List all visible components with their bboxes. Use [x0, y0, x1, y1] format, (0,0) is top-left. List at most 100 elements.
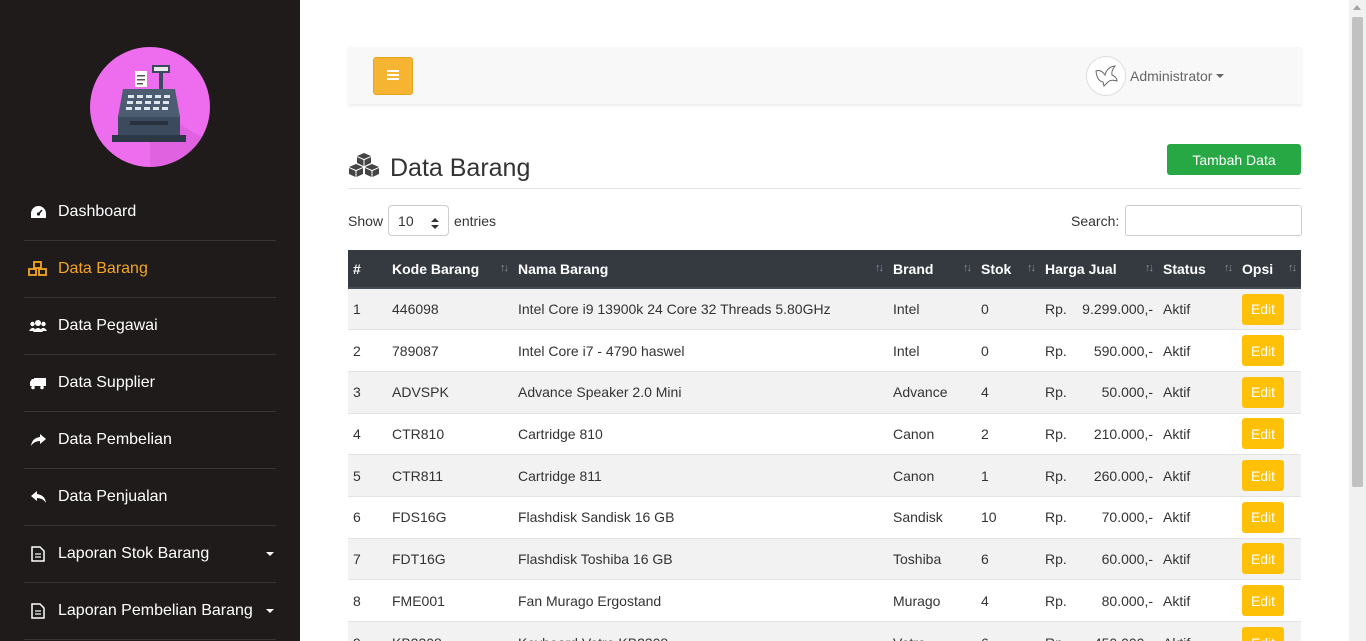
cell-stok: 1 — [976, 454, 1040, 497]
entries-select-value: 10 — [398, 212, 414, 229]
caret-down-icon — [266, 552, 274, 556]
top-navbar: Administrator — [348, 47, 1302, 104]
edit-button[interactable]: Edit — [1242, 585, 1284, 617]
cell-no: 2 — [348, 329, 387, 372]
cell-opsi: Edit — [1237, 579, 1301, 622]
cell-no: 3 — [348, 370, 387, 414]
column-header-stok[interactable]: Stok ↑↓ — [976, 250, 1040, 289]
data-barang-table: # Kode Barang ↑↓ Nama Barang ↑↓ Brand ↑↓ St… — [348, 250, 1301, 641]
avatar — [1086, 56, 1126, 96]
sidebar-item-data-barang[interactable]: Data Barang — [24, 241, 276, 298]
cell-no: 6 — [348, 495, 387, 539]
cell-stok: 0 — [976, 287, 1040, 330]
cell-no: 5 — [348, 454, 387, 497]
currency-label: Rp. — [1045, 635, 1067, 641]
search-input[interactable] — [1125, 205, 1303, 236]
sidebar-item-laporan-stok-barang[interactable]: Laporan Stok Barang — [24, 526, 276, 583]
cell-nama: Intel Core i7 - 4790 haswel — [513, 329, 888, 372]
cell-opsi: Edit — [1237, 537, 1301, 580]
price-value: 260.000,- — [1093, 467, 1153, 484]
price-value: 80.000,- — [1101, 592, 1153, 609]
add-data-button[interactable]: Tambah Data — [1167, 144, 1301, 175]
edit-button[interactable]: Edit — [1242, 501, 1284, 533]
cell-nama: Flashdisk Sandisk 16 GB — [513, 495, 888, 539]
edit-button[interactable]: Edit — [1242, 418, 1284, 450]
cell-brand: Advance — [888, 370, 976, 414]
scroll-up-arrow-icon[interactable] — [1353, 5, 1361, 10]
sidebar-item-label: Data Pegawai — [58, 317, 158, 334]
price-value: 50.000,- — [1101, 384, 1153, 401]
table-row: 9KB2308Keyboard Votre KB2308Votre6 Rp. 450… — [348, 621, 1301, 641]
cell-opsi: Edit — [1237, 287, 1301, 330]
edit-button[interactable]: Edit — [1242, 627, 1284, 641]
cell-kode: FME001 — [387, 579, 513, 622]
cash-register-logo — [90, 47, 210, 167]
dashboard-icon — [28, 203, 48, 221]
column-header-brand[interactable]: Brand ↑↓ — [888, 250, 976, 289]
cell-harga: Rp. 450.000,- — [1040, 621, 1158, 641]
cell-stok: 4 — [976, 370, 1040, 414]
currency-label: Rp. — [1045, 592, 1067, 609]
column-header-no[interactable]: # — [348, 250, 387, 289]
cell-harga: Rp. 590.000,- — [1040, 329, 1158, 372]
cell-opsi: Edit — [1237, 495, 1301, 539]
cell-brand: Canon — [888, 412, 976, 455]
currency-label: Rp. — [1045, 550, 1067, 567]
edit-button[interactable]: Edit — [1242, 376, 1284, 408]
sort-icon: ↑↓ — [963, 262, 972, 274]
cell-nama: Cartridge 811 — [513, 454, 888, 497]
price-value: 450.000,- — [1094, 635, 1153, 641]
reply-icon — [28, 488, 48, 506]
sidebar-item-label: Data Supplier — [58, 374, 155, 391]
edit-button[interactable]: Edit — [1242, 543, 1284, 575]
sidebar-item-label: Laporan Pembelian Barang — [58, 602, 253, 619]
column-header-opsi[interactable]: Opsi ↑↓ — [1237, 250, 1301, 289]
sidebar-item-dashboard[interactable]: Dashboard — [24, 184, 276, 241]
sidebar-item-label: Laporan Stok Barang — [58, 545, 210, 562]
column-header-harga[interactable]: Harga Jual ↑↓ — [1040, 250, 1158, 289]
user-menu[interactable]: Administrator — [1086, 56, 1225, 96]
cell-opsi: Edit — [1237, 412, 1301, 455]
cell-opsi: Edit — [1237, 370, 1301, 414]
cell-no: 1 — [348, 287, 387, 330]
scrollbar-thumb[interactable] — [1352, 17, 1363, 487]
price-value: 210.000,- — [1093, 425, 1153, 442]
cell-stok: 2 — [976, 412, 1040, 455]
file-icon — [28, 545, 48, 563]
table-row: 2 789087 Intel Core i7 - 4790 haswel Intel 0… — [348, 329, 1301, 372]
sidebar-item-data-pegawai[interactable]: Data Pegawai — [24, 298, 276, 355]
column-header-kode[interactable]: Kode Barang ↑↓ — [387, 250, 513, 289]
edit-button[interactable]: Edit — [1242, 460, 1284, 492]
cubes-icon — [348, 152, 390, 185]
sort-icon: ↑↓ — [1145, 262, 1154, 274]
sidebar-item-data-supplier[interactable]: Data Supplier — [24, 355, 276, 412]
cell-nama: Cartridge 810 — [513, 412, 888, 455]
sidebar-item-data-penjualan[interactable]: Data Penjualan — [24, 469, 276, 526]
edit-button[interactable]: Edit — [1242, 335, 1284, 367]
table-body: 1 446098 Intel Core i9 13900k 24 Core 32 T… — [348, 287, 1301, 641]
cell-nama: Advance Speaker 2.0 Mini — [513, 370, 888, 414]
sidebar-toggle-button[interactable] — [373, 57, 413, 95]
sidebar-item-data-pembelian[interactable]: Data Pembelian — [24, 412, 276, 469]
cell-status: Aktif — [1158, 579, 1237, 622]
cell-kode: FDT16G — [387, 537, 513, 580]
price-value: 590.000,- — [1093, 342, 1153, 359]
show-label: Show — [348, 212, 384, 229]
sidebar-item-laporan-pembelian-barang[interactable]: Laporan Pembelian Barang — [24, 583, 276, 640]
price-value: 70.000,- — [1101, 509, 1153, 526]
column-header-nama[interactable]: Nama Barang ↑↓ — [513, 250, 888, 289]
cell-harga: Rp. 60.000,- — [1040, 537, 1158, 580]
cell-kode: 446098 — [387, 287, 513, 330]
entries-label: entries — [454, 212, 497, 229]
page-header: Data Barang Tambah Data — [348, 140, 1301, 189]
column-header-status[interactable]: Status ↑↓ — [1158, 250, 1237, 289]
search-label: Search: — [1071, 212, 1120, 229]
table-row: 3 ADVSPK Advance Speaker 2.0 Mini Advance 4 R… — [348, 370, 1301, 414]
currency-label: Rp. — [1045, 342, 1067, 359]
cell-harga: Rp. 9.299.000,- — [1040, 287, 1158, 330]
cubes-icon — [28, 260, 48, 278]
table-row: 1 446098 Intel Core i9 13900k 24 Core 32 T… — [348, 287, 1301, 330]
entries-select[interactable]: 10 — [388, 205, 450, 236]
edit-button[interactable]: Edit — [1242, 293, 1284, 325]
cell-opsi: Edit — [1237, 454, 1301, 497]
